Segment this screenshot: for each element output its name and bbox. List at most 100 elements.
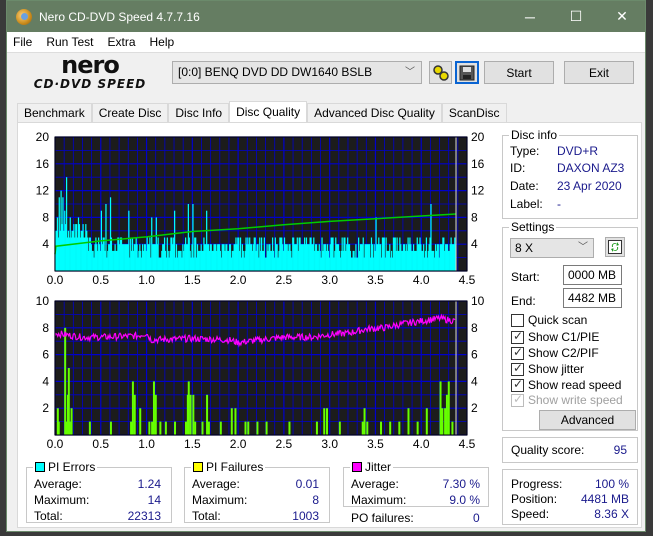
pi-failure-bar bbox=[131, 381, 134, 435]
app-window: Nero CD-DVD Speed 4.7.7.16 ─ ☐ ✕ File Ru… bbox=[6, 0, 646, 532]
pi-failure-bar bbox=[389, 421, 392, 435]
tab-bar: Benchmark Create Disc Disc Info Disc Qua… bbox=[17, 101, 507, 123]
show-read-speed-checkbox[interactable]: Show read speed bbox=[511, 377, 621, 392]
pi-failure-bar bbox=[219, 421, 222, 435]
pi-failure-bar bbox=[192, 394, 195, 435]
pi-failure-bar bbox=[185, 421, 188, 435]
x-tick-label: 0.5 bbox=[92, 273, 109, 287]
pi-failure-bar bbox=[425, 408, 428, 435]
pi-failure-bar bbox=[109, 421, 112, 435]
speed-select[interactable]: 8 X ﹀ bbox=[510, 238, 594, 258]
drive-select-value: [0:0] BENQ DVD DD DW1640 BSLB bbox=[178, 65, 373, 79]
close-button[interactable]: ✕ bbox=[599, 1, 645, 32]
pi-failure-bar bbox=[445, 394, 448, 435]
pi-failure-bar bbox=[444, 408, 447, 435]
pi-failures-group: PI Failures Average: 0.01 Maximum: 8 Tot… bbox=[184, 460, 330, 523]
pi-failure-bar bbox=[439, 381, 442, 435]
save-button[interactable] bbox=[455, 61, 479, 84]
tab-benchmark[interactable]: Benchmark bbox=[17, 103, 92, 123]
type-value: DVD+R bbox=[557, 144, 599, 158]
pi-failure-bar bbox=[148, 421, 151, 435]
pi-failure-bar bbox=[201, 421, 204, 435]
pi-failure-bar bbox=[407, 408, 410, 435]
pi-failure-bar bbox=[174, 421, 177, 435]
date-label: Date: bbox=[510, 179, 539, 193]
tab-disc-info[interactable]: Disc Info bbox=[168, 103, 230, 123]
y-tick-label-left: 4 bbox=[42, 374, 49, 388]
app-icon bbox=[16, 8, 32, 25]
pi-failure-bar bbox=[159, 421, 162, 435]
checkbox-box bbox=[511, 361, 524, 376]
x-tick-label: 3.5 bbox=[367, 437, 384, 451]
y-tick-label-right: 20 bbox=[471, 130, 485, 144]
menu-extra[interactable]: Extra bbox=[107, 35, 135, 49]
pi-failure-bar bbox=[57, 421, 60, 435]
pi-failure-bar bbox=[244, 421, 247, 435]
drive-info-button[interactable] bbox=[429, 61, 452, 84]
checkbox-box bbox=[511, 345, 524, 360]
tab-create-disc[interactable]: Create Disc bbox=[91, 103, 169, 123]
chain-link-icon bbox=[432, 64, 449, 81]
chevron-down-icon: ﹀ bbox=[578, 242, 588, 253]
y-tick-label-right: 10 bbox=[471, 294, 485, 308]
jitter-max-value: 9.0 % bbox=[449, 493, 480, 507]
menu-bar: File Run Test Extra Help bbox=[7, 32, 645, 52]
pi-failure-bar bbox=[154, 394, 157, 435]
end-input[interactable]: 4482 MB bbox=[563, 288, 622, 308]
y-tick-label-right: 12 bbox=[471, 184, 485, 198]
menu-help[interactable]: Help bbox=[150, 35, 175, 49]
pi-failure-bar bbox=[164, 421, 167, 435]
maximize-button[interactable]: ☐ bbox=[553, 1, 599, 32]
tab-scandisc[interactable]: ScanDisc bbox=[441, 103, 507, 123]
advanced-button[interactable]: Advanced bbox=[539, 410, 636, 430]
quick-scan-checkbox[interactable]: Quick scan bbox=[511, 313, 587, 327]
x-tick-label: 0.5 bbox=[92, 437, 109, 451]
checkbox-box bbox=[511, 392, 524, 407]
start-button[interactable]: Start bbox=[484, 61, 554, 84]
show-c2-checkbox[interactable]: Show C2/PIF bbox=[511, 345, 599, 360]
x-tick-label: 4.5 bbox=[459, 273, 476, 287]
pi-failures-avg-label: Average: bbox=[192, 477, 240, 491]
speed-label: Speed: bbox=[511, 507, 550, 521]
progress-label: Progress: bbox=[511, 477, 563, 491]
pi-errors-avg-value: 1.24 bbox=[137, 477, 161, 491]
x-tick-label: 0.0 bbox=[47, 437, 64, 451]
start-label: Start: bbox=[511, 270, 540, 284]
y-tick-label-left: 6 bbox=[42, 348, 49, 362]
pi-failures-max-value: 8 bbox=[312, 493, 319, 507]
minimize-button[interactable]: ─ bbox=[507, 1, 553, 32]
drive-select[interactable]: [0:0] BENQ DVD DD DW1640 BSLB ﹀ bbox=[172, 61, 422, 84]
pi-failure-bar bbox=[447, 381, 450, 435]
pi-failures-avg-value: 0.01 bbox=[295, 477, 319, 491]
pi-failure-bar bbox=[130, 421, 133, 435]
floppy-disk-icon bbox=[459, 65, 475, 80]
pi-failure-bar bbox=[366, 421, 369, 435]
x-tick-label: 3.0 bbox=[321, 273, 338, 287]
tab-disc-quality[interactable]: Disc Quality bbox=[229, 101, 308, 123]
x-tick-label: 1.0 bbox=[138, 437, 155, 451]
quality-score-label: Quality score: bbox=[511, 443, 585, 457]
tab-advanced-disc-quality[interactable]: Advanced Disc Quality bbox=[307, 103, 442, 123]
x-tick-label: 2.0 bbox=[230, 437, 247, 451]
menu-run-test[interactable]: Run Test bbox=[46, 35, 93, 49]
quality-score-group: Quality score: 95 bbox=[502, 437, 638, 463]
position-value: 4481 MB bbox=[580, 492, 629, 506]
jitter-group: Jitter Average: 7.30 % Maximum: 9.0 % bbox=[343, 460, 489, 507]
pi-failure-bar bbox=[416, 421, 419, 435]
pi-failure-bar bbox=[361, 421, 364, 435]
start-input[interactable]: 0000 MB bbox=[563, 265, 622, 285]
pi-failure-bar bbox=[326, 408, 329, 435]
pi-errors-title-text: PI Errors bbox=[48, 460, 96, 474]
jitter-title-text: Jitter bbox=[365, 460, 392, 474]
x-tick-label: 1.0 bbox=[138, 273, 155, 287]
show-c1-checkbox[interactable]: Show C1/PIE bbox=[511, 329, 599, 344]
pi-errors-avg-label: Average: bbox=[34, 477, 82, 491]
x-tick-label: 3.5 bbox=[367, 273, 384, 287]
menu-file[interactable]: File bbox=[13, 35, 32, 49]
y-tick-label-left: 12 bbox=[36, 184, 50, 198]
y-tick-label-left: 8 bbox=[42, 321, 49, 335]
pi-failures-max-label: Maximum: bbox=[192, 493, 248, 507]
refresh-speed-button[interactable] bbox=[605, 237, 625, 257]
exit-button[interactable]: Exit bbox=[564, 61, 634, 84]
show-jitter-checkbox[interactable]: Show jitter bbox=[511, 361, 584, 376]
